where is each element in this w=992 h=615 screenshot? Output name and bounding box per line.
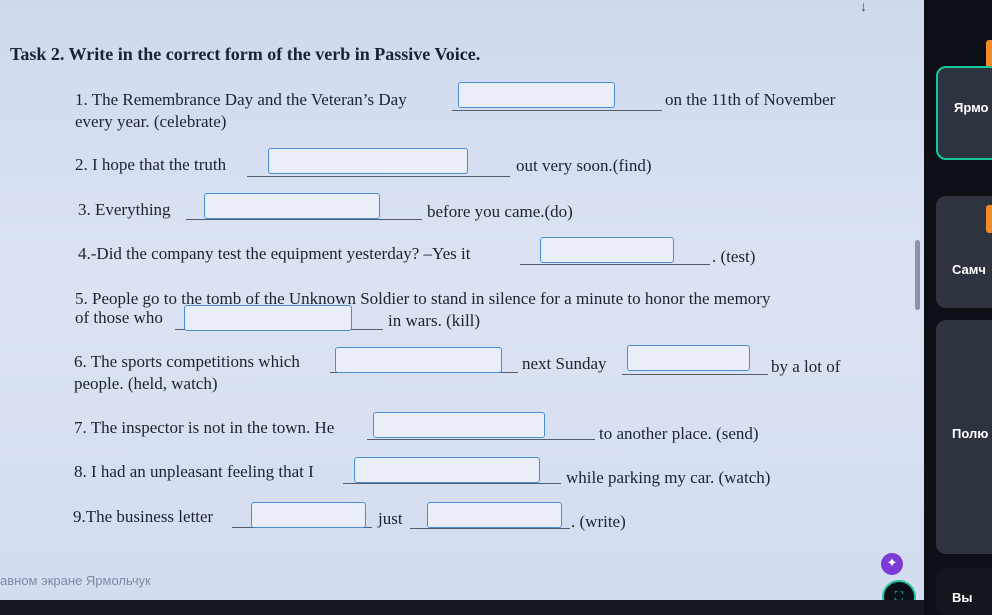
item-9-answer-field-1[interactable] [251, 502, 366, 528]
item-8-text-a: 8. I had an unpleasant feeling that I [74, 462, 314, 481]
cursor-icon: ↓ [860, 0, 867, 15]
item-1-underline [452, 110, 662, 111]
item-5-answer-field[interactable] [184, 305, 352, 331]
item-4-text-b: . (test) [712, 247, 756, 266]
item-4-text-a: 4.-Did the company test the equipment ye… [78, 244, 471, 263]
item-9-underline-2 [410, 528, 570, 529]
shared-document: ↓ Task 2. Write in the correct form of t… [0, 0, 924, 615]
item-2-underline [247, 176, 510, 177]
reaction-icon[interactable]: ✦ [881, 553, 903, 575]
item-6-text-a: 6. The sports competitions which [74, 352, 300, 371]
item-9-text-b: just [378, 509, 403, 528]
status-indicator-2 [986, 205, 992, 233]
item-5-text-c: in wars. (kill) [388, 311, 481, 330]
item-3-text-b: before you came.(do) [427, 202, 573, 221]
screen-share-watermark: авном экране Ярмольчук [0, 573, 151, 588]
item-8-underline [343, 483, 561, 484]
item-7-text-a: 7. The inspector is not in the town. He [74, 418, 335, 437]
item-8-answer-field[interactable] [354, 457, 540, 483]
item-3-answer-field[interactable] [204, 193, 380, 219]
item-2-text-a: 2. I hope that the truth [75, 155, 227, 174]
participant-tile-1[interactable]: Ярмо [936, 66, 992, 160]
item-6-underline-2 [622, 374, 768, 375]
item-5-text-a: 5. People go to the tomb of the Unknown … [75, 289, 771, 308]
item-1-text-c: every year. (celebrate) [75, 112, 227, 131]
item-6-answer-field-2[interactable] [627, 345, 750, 371]
participant-tile-self[interactable]: Вы [936, 568, 992, 615]
item-2-text-b: out very soon.(find) [516, 156, 652, 175]
item-9-text-a: 9.The business letter [73, 507, 214, 526]
participant-name-3: Полю [952, 426, 989, 441]
task-title: Task 2. Write in the correct form of the… [10, 44, 481, 64]
item-9-text-c: . (write) [571, 512, 626, 531]
item-9-answer-field-2[interactable] [427, 502, 562, 528]
participant-name-2: Самч [952, 262, 986, 277]
participant-name-1: Ярмо [954, 100, 989, 115]
item-8-text-b: while parking my car. (watch) [566, 468, 771, 487]
status-indicator [986, 40, 992, 68]
participant-tile-3[interactable]: Полю [936, 320, 992, 554]
participant-tile-2[interactable]: Самч [936, 196, 992, 308]
item-7-underline [367, 439, 595, 440]
item-1-text-a: 1. The Remembrance Day and the Veteran’s… [75, 90, 407, 109]
participant-name-self: Вы [952, 590, 973, 605]
item-3-text-a: 3. Everything [78, 200, 171, 219]
item-6-text-b: next Sunday [522, 354, 607, 373]
item-1-text-b: on the 11th of November [665, 90, 836, 109]
item-2-answer-field[interactable] [268, 148, 468, 174]
item-6-text-c: by a lot of [771, 357, 841, 376]
item-4-underline [520, 264, 710, 265]
item-7-answer-field[interactable] [373, 412, 545, 438]
item-7-text-b: to another place. (send) [599, 424, 759, 443]
bottom-bar [0, 600, 924, 615]
item-4-answer-field[interactable] [540, 237, 674, 263]
item-5-text-b: of those who [75, 308, 163, 327]
item-6-text-d: people. (held, watch) [74, 374, 218, 393]
item-6-answer-field-1[interactable] [335, 347, 502, 373]
item-1-answer-field[interactable] [458, 82, 615, 108]
scrollbar-thumb[interactable] [915, 240, 920, 310]
item-3-underline [186, 219, 422, 220]
participants-sidebar: Ярмо Самч Полю Вы [924, 0, 992, 615]
